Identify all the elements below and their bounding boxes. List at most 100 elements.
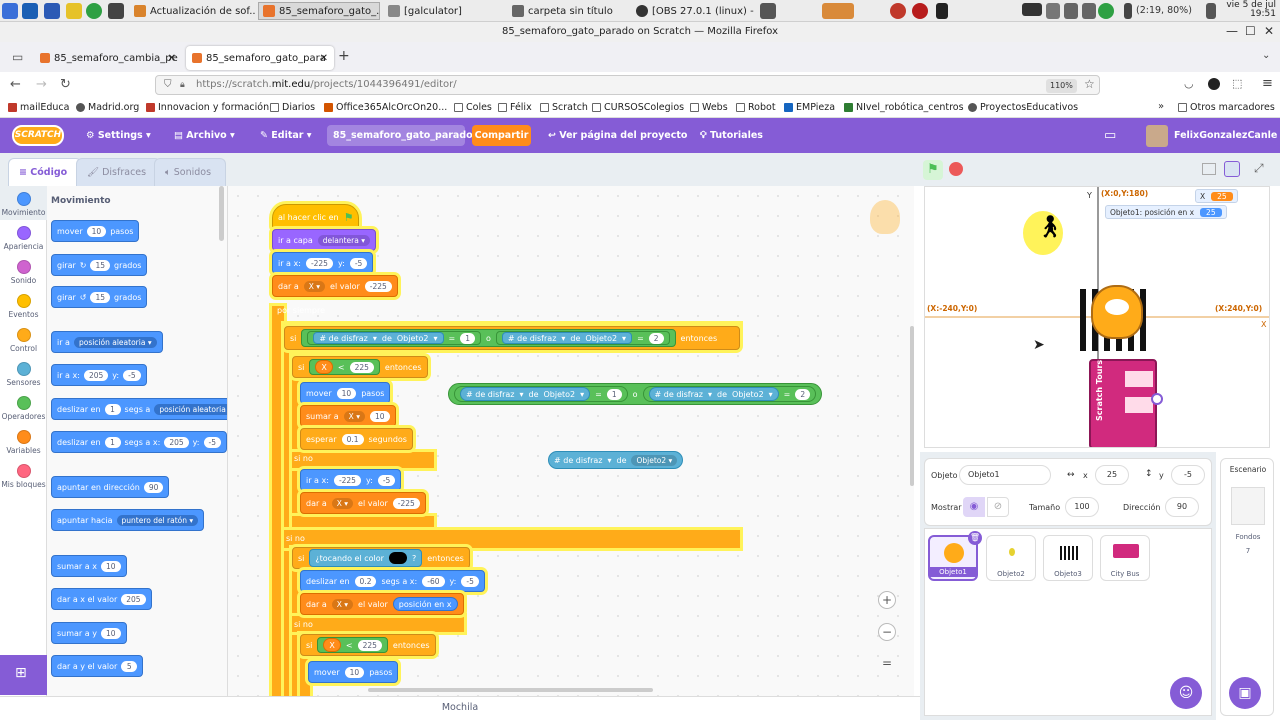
block-glide-xy[interactable]: deslizar en 0.2 segs a x: -60 y: -5 bbox=[300, 570, 485, 592]
bookmark-madrid[interactable]: Madrid.org bbox=[76, 102, 139, 113]
bookmark-scratch[interactable]: Scratch bbox=[540, 102, 588, 113]
new-tab-icon[interactable]: + bbox=[338, 48, 350, 64]
vpn-icon[interactable] bbox=[1098, 3, 1114, 19]
tray-app-icon[interactable] bbox=[760, 3, 776, 19]
block-if-else-touching[interactable]: si ¿tocando el color? entonces bbox=[292, 547, 470, 569]
stage-canvas[interactable]: (X:0,Y:180) Y (X:-240,Y:0) (X:240,Y:0) X… bbox=[924, 186, 1270, 448]
add-backdrop-button[interactable]: ▣ bbox=[1229, 677, 1261, 709]
pocket-icon[interactable]: ◡ bbox=[1184, 77, 1194, 90]
y-input[interactable]: -5 bbox=[1171, 465, 1205, 485]
bookmark-proyectos[interactable]: ProyectosEducativos bbox=[968, 102, 1078, 113]
close-tab-icon[interactable]: ✕ bbox=[320, 53, 328, 64]
show-hidden-icon[interactable]: ⊘ bbox=[987, 497, 1009, 517]
category-control[interactable]: Control bbox=[0, 328, 47, 353]
browser-tab-2[interactable]: 85_semaforo_gato_para ✕ bbox=[186, 46, 334, 70]
lock-icon[interactable]: 🔒︎ bbox=[180, 76, 185, 94]
zoom-level[interactable]: 110% bbox=[1046, 79, 1077, 93]
my-stuff-icon[interactable]: ▭ bbox=[1104, 118, 1116, 153]
record-icon[interactable] bbox=[912, 3, 928, 19]
show-visible-icon[interactable]: ◉ bbox=[963, 497, 985, 517]
block-turn-left[interactable]: girar ↺ 15 grados bbox=[51, 286, 148, 308]
variable-x-reporter[interactable]: X bbox=[323, 638, 341, 652]
back-icon[interactable]: ← bbox=[10, 77, 21, 92]
block-change-x[interactable]: sumar a x 10 bbox=[51, 555, 127, 577]
edit-menu[interactable]: ✎ Editar ▾ bbox=[260, 118, 312, 153]
add-sprite-button[interactable]: ☺ bbox=[1170, 677, 1202, 709]
monitor-x[interactable]: X 25 bbox=[1195, 189, 1238, 203]
category-myblocks[interactable]: Mis bloques bbox=[0, 464, 47, 489]
bluetooth-icon[interactable] bbox=[936, 3, 948, 19]
network-icon[interactable] bbox=[1082, 3, 1096, 19]
maximize-icon[interactable]: ☐ bbox=[1245, 24, 1256, 38]
script-vertical-scrollbar[interactable] bbox=[910, 326, 914, 486]
keyboard-icon[interactable] bbox=[1046, 3, 1060, 19]
operator-less-than[interactable]: X <225 bbox=[317, 637, 388, 653]
bookmark-webs[interactable]: Webs bbox=[690, 102, 728, 113]
block-set-variable[interactable]: dar aX ▾ el valor posición en x bbox=[300, 593, 464, 615]
close-tab-icon[interactable]: ✕ bbox=[168, 53, 176, 64]
operator-equals[interactable]: # de disfraz ▾ de Objeto2 ▾ = 2 bbox=[642, 386, 817, 402]
tab-costumes[interactable]: 🖌︎ Disfraces bbox=[76, 158, 162, 186]
task-folder[interactable]: carpeta sin título bbox=[508, 2, 626, 20]
sprite-thumb-citybus[interactable]: City Bus bbox=[1100, 535, 1150, 581]
color-swatch[interactable] bbox=[388, 552, 407, 564]
normal-stage-icon[interactable] bbox=[1224, 161, 1240, 177]
bookmark-diarios[interactable]: Diarios bbox=[270, 102, 315, 113]
zoom-out-button[interactable]: − bbox=[878, 623, 896, 641]
reporter-costume-number[interactable]: # de disfraz ▾ de Objeto2 ▾ bbox=[460, 387, 591, 401]
desktop-icon[interactable] bbox=[22, 3, 38, 19]
account-menu[interactable]: FelixGonzalezCanle ▾ bbox=[1174, 118, 1280, 153]
sprite-cat[interactable] bbox=[1091, 285, 1143, 339]
file-manager-icon[interactable] bbox=[44, 3, 60, 19]
bookmark-cursos[interactable]: CURSOSColegios bbox=[592, 102, 684, 113]
settings-menu[interactable]: ⚙ Settings ▾ bbox=[86, 118, 151, 153]
notes-icon[interactable] bbox=[66, 3, 82, 19]
tray-image-icon[interactable] bbox=[822, 3, 854, 19]
extensions-icon[interactable]: ⬚ bbox=[1232, 77, 1242, 90]
project-title-input[interactable]: 85_semaforo_gato_parado bbox=[327, 125, 473, 146]
menu-icon[interactable]: ≡ bbox=[1262, 76, 1273, 91]
block-goto-xy[interactable]: ir a x: -225 y: -5 bbox=[272, 252, 374, 274]
block-change-variable[interactable]: sumar aX ▾ 10 bbox=[300, 405, 396, 427]
block-goto[interactable]: ir a posición aleatoria ▾ bbox=[51, 331, 163, 353]
operator-equals[interactable]: # de disfraz ▾ de Objeto2 ▾ = 1 bbox=[307, 331, 482, 345]
reporter-costume-number[interactable]: # de disfraz ▾ de Objeto2 ▾ bbox=[501, 332, 633, 344]
reload-icon[interactable]: ↻ bbox=[60, 77, 71, 92]
block-set-x[interactable]: dar a x el valor 205 bbox=[51, 588, 152, 610]
tab-list-icon[interactable]: ▭ bbox=[12, 50, 23, 64]
block-forever[interactable]: por siempre bbox=[272, 299, 330, 321]
sprite-rotation-handle[interactable] bbox=[1151, 393, 1163, 405]
zoom-reset-button[interactable]: = bbox=[878, 655, 896, 673]
tab-sounds[interactable]: 🔈︎ Sonidos bbox=[154, 158, 227, 186]
avatar[interactable] bbox=[1146, 125, 1168, 147]
script-horizontal-scrollbar[interactable] bbox=[368, 688, 653, 692]
task-galculator[interactable]: [galculator] bbox=[384, 2, 494, 20]
bookmark-empieza[interactable]: EMPieza bbox=[784, 102, 835, 113]
app-menu-icon[interactable] bbox=[2, 3, 18, 19]
block-set-variable[interactable]: dar aX ▾ el valor -225 bbox=[272, 275, 398, 297]
bookmark-other[interactable]: Otros marcadores bbox=[1178, 102, 1275, 113]
block-move-steps[interactable]: mover 10 pasos bbox=[300, 382, 391, 404]
block-if-else-inner[interactable]: si X <225 entonces bbox=[292, 356, 428, 378]
task-update[interactable]: Actualización de sof... bbox=[130, 2, 255, 20]
sensing-touching-color[interactable]: ¿tocando el color? bbox=[309, 549, 423, 567]
block-point-towards[interactable]: apuntar hacia puntero del ratón ▾ bbox=[51, 509, 205, 531]
block-move-steps[interactable]: mover 10 pasos bbox=[51, 220, 140, 242]
category-motion[interactable]: Movimiento bbox=[0, 192, 47, 217]
bookmark-robot[interactable]: Robot bbox=[736, 102, 776, 113]
block-glide-xy[interactable]: deslizar en 1 segs a x: 205 y: -5 bbox=[51, 431, 227, 453]
volume-icon[interactable] bbox=[1206, 3, 1216, 19]
backpack-bar[interactable]: Mochila bbox=[0, 696, 920, 720]
monitor-icon[interactable] bbox=[1022, 3, 1042, 16]
stop-button[interactable] bbox=[949, 162, 963, 176]
browser-tab-1[interactable]: 85_semaforo_cambia_pe ✕ bbox=[34, 46, 182, 70]
reporter-x-position[interactable]: posición en x bbox=[392, 597, 458, 611]
bookmark-felix[interactable]: Félix bbox=[498, 102, 532, 113]
account-icon[interactable] bbox=[1208, 78, 1220, 90]
fullscreen-icon[interactable]: ⤢ bbox=[1254, 161, 1264, 176]
block-glide-to[interactable]: deslizar en1segs aposición aleatoria ▾ bbox=[51, 398, 227, 420]
bookmark-star-icon[interactable]: ☆ bbox=[1084, 77, 1095, 91]
monitor-x-position[interactable]: Objeto1: posición en x 25 bbox=[1105, 205, 1227, 219]
floating-reporter-costume-number[interactable]: # de disfraz ▾ de Objeto2 ▾ bbox=[548, 451, 684, 469]
category-sound[interactable]: Sonido bbox=[0, 260, 47, 285]
